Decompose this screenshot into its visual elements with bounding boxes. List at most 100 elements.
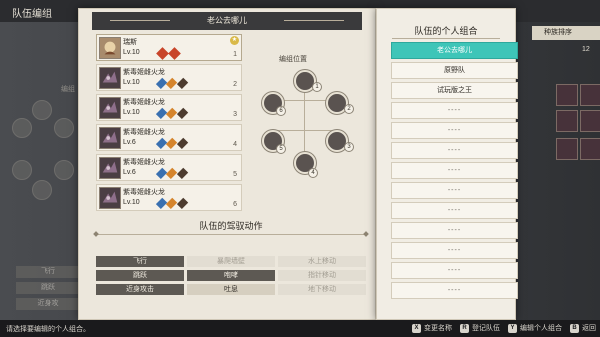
edit-party-button[interactable]: Y 编辑个人组合 [508, 323, 562, 333]
monster-row[interactable]: 紫毒姬雌火龙 Lv.10 6 [96, 184, 242, 211]
register-party-button[interactable]: R 登记队伍 [460, 323, 500, 333]
register-party-label: 登记队伍 [472, 325, 500, 332]
ghost-formation-label: 编组 [61, 86, 75, 93]
ghost-action-fly: 飞行 [16, 266, 80, 278]
monster-slot-number: 5 [233, 171, 237, 178]
ghost-slot-icon [32, 180, 52, 200]
monster-name: 紫毒姬雌火龙 [123, 129, 165, 136]
ghost-action-jump: 跳跃 [16, 282, 80, 294]
action-swim: 水上移动 [278, 256, 366, 267]
monster-list: 瑞斯 Lv.10 ★ 1 紫毒姬雌火龙 Lv.10 2 紫毒姬雌火龙 Lv.10… [96, 34, 242, 214]
monster-name: 瑞斯 [123, 39, 137, 46]
monster-level: Lv.6 [123, 139, 136, 146]
back-label: 返回 [582, 325, 596, 332]
monster-portrait-icon [99, 157, 121, 179]
monster-slot[interactable] [556, 138, 578, 160]
monster-element-icons [156, 47, 187, 60]
rename-label: 变更名称 [424, 325, 452, 332]
monster-portrait-icon [99, 187, 121, 209]
party-list-item-empty[interactable]: ---- [391, 162, 518, 179]
back-button[interactable]: B 返回 [570, 323, 596, 333]
monster-element-icons [155, 197, 189, 210]
party-list-item-empty[interactable]: ---- [391, 242, 518, 259]
party-list-item-empty[interactable]: ---- [391, 282, 518, 299]
riding-actions-grid: 飞行 暴爬墙壁 水上移动 跳跃 咆哮 指针移动 近身攻击 吐息 地下移动 [96, 256, 366, 295]
monster-element-icons [155, 107, 189, 120]
monster-slot[interactable] [580, 138, 600, 160]
party-list-item-empty[interactable]: ---- [391, 142, 518, 159]
action-pointer-move: 指针移动 [278, 270, 366, 281]
ghost-slot-icon [32, 100, 52, 120]
monster-level: Lv.6 [123, 169, 136, 176]
action-roar: 咆哮 [187, 270, 275, 281]
b-key-icon: B [570, 323, 579, 333]
formation-slot-number: 2 [344, 104, 354, 114]
monster-portrait-icon [99, 97, 121, 119]
riding-actions-title: 队伍的驾驭动作 [199, 221, 263, 231]
party-name-header: 老公去哪儿 [92, 12, 362, 30]
party-list-item-empty[interactable]: ---- [391, 202, 518, 219]
monster-row[interactable]: 紫毒姬雌火龙 Lv.10 3 [96, 94, 242, 121]
list-divider [392, 38, 500, 39]
monster-row[interactable]: 紫毒姬雌火龙 Lv.10 2 [96, 64, 242, 91]
r-key-icon: R [460, 323, 469, 333]
monster-name: 紫毒姬雌火龙 [123, 159, 165, 166]
formation-slot-number: 6 [276, 106, 286, 116]
monster-level: Lv.10 [123, 109, 140, 116]
monster-name: 紫毒姬雌火龙 [123, 189, 165, 196]
party-list-title: 队伍的个人组合 [414, 26, 478, 36]
party-list-item[interactable]: 老公去哪儿 [391, 42, 518, 59]
section-divider [96, 234, 366, 235]
monster-slot-number: 1 [233, 51, 237, 58]
ghost-slot-icon [12, 160, 32, 180]
background-right-panel: 种族排序 12 [520, 22, 600, 320]
monster-name: 紫毒姬雌火龙 [123, 69, 165, 76]
party-list-item-empty[interactable]: ---- [391, 262, 518, 279]
button-prompts: X 变更名称 R 登记队伍 Y 编辑个人组合 B 返回 [412, 323, 596, 333]
action-burrow: 地下移动 [278, 284, 366, 295]
monster-name: 紫毒姬雌火龙 [123, 99, 165, 106]
formation-slot-number: 4 [308, 168, 318, 178]
page-title: 队伍编组 [12, 9, 52, 20]
x-key-icon: X [412, 323, 421, 333]
monster-row[interactable]: 紫毒姬雌火龙 Lv.6 4 [96, 124, 242, 151]
formation-diagram: 1 2 3 4 5 6 [262, 70, 354, 180]
action-climb: 暴爬墙壁 [187, 256, 275, 267]
party-name: 老公去哪儿 [207, 16, 247, 25]
monster-row[interactable]: 瑞斯 Lv.10 ★ 1 [96, 34, 242, 61]
monster-slot-number: 6 [233, 201, 237, 208]
action-breath: 吐息 [187, 284, 275, 295]
bottom-bar: 请选择要编辑的个人组合。 X 变更名称 R 登记队伍 Y 编辑个人组合 B 返回 [0, 320, 600, 337]
action-fly: 飞行 [96, 256, 184, 267]
party-list-item[interactable]: 试玩版之王 [391, 82, 518, 99]
monster-slot[interactable] [580, 84, 600, 106]
hint-text: 请选择要编辑的个人组合。 [6, 326, 90, 333]
party-list-item-empty[interactable]: ---- [391, 102, 518, 119]
monster-slot-number: 3 [233, 111, 237, 118]
edit-party-label: 编辑个人组合 [520, 325, 562, 332]
monster-count: 12 [582, 46, 590, 53]
party-list-item[interactable]: 原野队 [391, 62, 518, 79]
ghost-action-melee: 近身攻 [16, 298, 80, 310]
leader-star-icon: ★ [230, 36, 239, 45]
y-key-icon: Y [508, 323, 517, 333]
monster-portrait-icon [99, 37, 121, 59]
party-list-item-empty[interactable]: ---- [391, 122, 518, 139]
monster-portrait-icon [99, 127, 121, 149]
monster-row[interactable]: 紫毒姬雌火龙 Lv.6 5 [96, 154, 242, 181]
ghost-slot-icon [54, 160, 74, 180]
formation-slot-number: 3 [344, 142, 354, 152]
monster-element-icons [155, 137, 189, 150]
rename-button[interactable]: X 变更名称 [412, 323, 452, 333]
monster-slot[interactable] [556, 84, 578, 106]
formation-slot-number: 1 [312, 82, 322, 92]
monster-slot-number: 2 [233, 81, 237, 88]
party-list-item-empty[interactable]: ---- [391, 182, 518, 199]
monster-slot[interactable] [580, 110, 600, 132]
monster-level: Lv.10 [123, 199, 140, 206]
ghost-slot-icon [54, 118, 74, 138]
action-melee: 近身攻击 [96, 284, 184, 295]
sort-by-species-tab[interactable]: 种族排序 [532, 26, 600, 40]
party-list-item-empty[interactable]: ---- [391, 222, 518, 239]
monster-slot[interactable] [556, 110, 578, 132]
